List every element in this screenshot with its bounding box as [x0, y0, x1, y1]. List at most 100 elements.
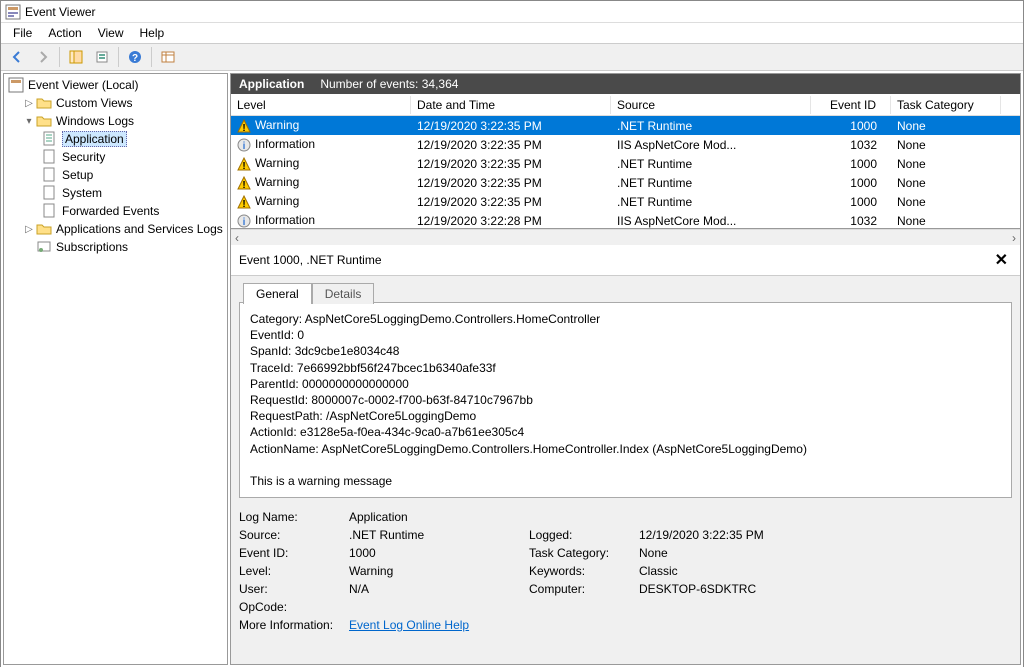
- detail-tabs: General Details: [243, 282, 1012, 303]
- event-row[interactable]: iInformation12/19/2020 3:22:35 PMIIS Asp…: [231, 135, 1020, 154]
- tree-label: Forwarded Events: [62, 204, 159, 218]
- tree-application[interactable]: Application: [4, 130, 227, 148]
- warning-icon: !: [237, 119, 251, 133]
- logname-value: Application: [349, 510, 529, 524]
- info-icon: i: [237, 214, 251, 228]
- svg-text:i: i: [243, 141, 246, 152]
- menu-bar: File Action View Help: [1, 23, 1023, 43]
- tree-custom-views[interactable]: ▷ Custom Views: [4, 94, 227, 112]
- moreinfo-label: More Information:: [239, 618, 349, 632]
- toolbar: ?: [1, 43, 1023, 71]
- tree-label: Application: [62, 131, 127, 147]
- col-source[interactable]: Source: [611, 96, 811, 114]
- event-row[interactable]: !Warning12/19/2020 3:22:35 PM.NET Runtim…: [231, 154, 1020, 173]
- tree-label: Applications and Services Logs: [56, 222, 223, 236]
- window-titlebar: Event Viewer: [1, 1, 1023, 23]
- tree-label: System: [62, 186, 102, 200]
- app-icon: [5, 4, 21, 20]
- col-eventid[interactable]: Event ID: [811, 96, 891, 114]
- moreinfo-link[interactable]: Event Log Online Help: [349, 618, 469, 632]
- show-hide-tree-button[interactable]: [64, 46, 88, 68]
- tree-label: Windows Logs: [56, 114, 134, 128]
- event-viewer-icon: [8, 77, 24, 93]
- content-pane: Application Number of events: 34,364 Lev…: [230, 73, 1021, 665]
- svg-text:!: !: [242, 161, 245, 171]
- menu-file[interactable]: File: [5, 24, 40, 42]
- event-row[interactable]: !Warning12/19/2020 3:22:35 PM.NET Runtim…: [231, 116, 1020, 135]
- nav-back-button[interactable]: [5, 46, 29, 68]
- svg-text:?: ?: [132, 53, 138, 64]
- toolbar-separator: [59, 47, 60, 67]
- toolbar-separator: [118, 47, 119, 67]
- event-row[interactable]: iInformation12/19/2020 3:22:28 PMIIS Asp…: [231, 211, 1020, 229]
- expand-icon[interactable]: ▷: [22, 98, 36, 109]
- eventid-value: 1000: [349, 546, 529, 560]
- detail-header: Event 1000, .NET Runtime ✕: [231, 245, 1020, 276]
- detail-body: General Details Category: AspNetCore5Log…: [231, 276, 1020, 664]
- tree-subscriptions[interactable]: Subscriptions: [4, 238, 227, 256]
- svg-text:!: !: [242, 123, 245, 133]
- expand-icon[interactable]: ▷: [22, 224, 36, 235]
- help-button[interactable]: ?: [123, 46, 147, 68]
- menu-help[interactable]: Help: [132, 24, 173, 42]
- log-icon: [42, 149, 58, 165]
- collapse-icon[interactable]: ▾: [22, 116, 36, 127]
- tree-setup[interactable]: Setup: [4, 166, 227, 184]
- tree-label: Setup: [62, 168, 93, 182]
- scroll-left-icon[interactable]: ‹: [235, 231, 239, 245]
- tree-system[interactable]: System: [4, 184, 227, 202]
- col-datetime[interactable]: Date and Time: [411, 96, 611, 114]
- navigation-tree[interactable]: Event Viewer (Local) ▷ Custom Views ▾ Wi…: [3, 73, 228, 665]
- nav-forward-button[interactable]: [31, 46, 55, 68]
- eventid-label: Event ID:: [239, 546, 349, 560]
- tree-security[interactable]: Security: [4, 148, 227, 166]
- tree-root[interactable]: Event Viewer (Local): [4, 76, 227, 94]
- event-message[interactable]: Category: AspNetCore5LoggingDemo.Control…: [239, 302, 1012, 498]
- tree-apps-services[interactable]: ▷ Applications and Services Logs: [4, 220, 227, 238]
- info-icon: i: [237, 138, 251, 152]
- tab-general[interactable]: General: [243, 283, 312, 304]
- toolbar-separator: [151, 47, 152, 67]
- tree-windows-logs[interactable]: ▾ Windows Logs: [4, 112, 227, 130]
- log-icon: [42, 203, 58, 219]
- folder-icon: [36, 95, 52, 111]
- menu-view[interactable]: View: [90, 24, 132, 42]
- tab-details[interactable]: Details: [312, 283, 375, 304]
- col-level[interactable]: Level: [231, 96, 411, 114]
- computer-value: DESKTOP-6SDKTRC: [639, 582, 939, 596]
- logged-value: 12/19/2020 3:22:35 PM: [639, 528, 939, 542]
- opcode-value: [349, 600, 529, 614]
- scroll-right-icon[interactable]: ›: [1012, 231, 1016, 245]
- computer-label: Computer:: [529, 582, 639, 596]
- svg-text:i: i: [243, 217, 246, 228]
- keywords-label: Keywords:: [529, 564, 639, 578]
- col-task[interactable]: Task Category: [891, 96, 1001, 114]
- folder-icon: [36, 221, 52, 237]
- event-list[interactable]: Level Date and Time Source Event ID Task…: [231, 94, 1020, 229]
- menu-action[interactable]: Action: [40, 24, 89, 42]
- warning-icon: !: [237, 195, 251, 209]
- horizontal-scrollbar[interactable]: ‹ ›: [231, 229, 1020, 245]
- content-header-count: Number of events: 34,364: [320, 77, 458, 91]
- user-label: User:: [239, 582, 349, 596]
- taskcat-value: None: [639, 546, 939, 560]
- view-options-button[interactable]: [156, 46, 180, 68]
- export-button[interactable]: [90, 46, 114, 68]
- opcode-label: OpCode:: [239, 600, 349, 614]
- content-header-name: Application: [239, 77, 304, 91]
- detail-title: Event 1000, .NET Runtime: [239, 253, 382, 267]
- tree-forwarded[interactable]: Forwarded Events: [4, 202, 227, 220]
- window-title: Event Viewer: [25, 5, 95, 19]
- user-value: N/A: [349, 582, 529, 596]
- keywords-value: Classic: [639, 564, 939, 578]
- level-label: Level:: [239, 564, 349, 578]
- svg-text:!: !: [242, 180, 245, 190]
- event-row[interactable]: !Warning12/19/2020 3:22:35 PM.NET Runtim…: [231, 192, 1020, 211]
- event-row[interactable]: !Warning12/19/2020 3:22:35 PM.NET Runtim…: [231, 173, 1020, 192]
- svg-text:!: !: [242, 199, 245, 209]
- close-detail-button[interactable]: ✕: [991, 250, 1012, 270]
- tree-label: Custom Views: [56, 96, 132, 110]
- tree-label: Subscriptions: [56, 240, 128, 254]
- list-header[interactable]: Level Date and Time Source Event ID Task…: [231, 94, 1020, 116]
- log-icon: [42, 185, 58, 201]
